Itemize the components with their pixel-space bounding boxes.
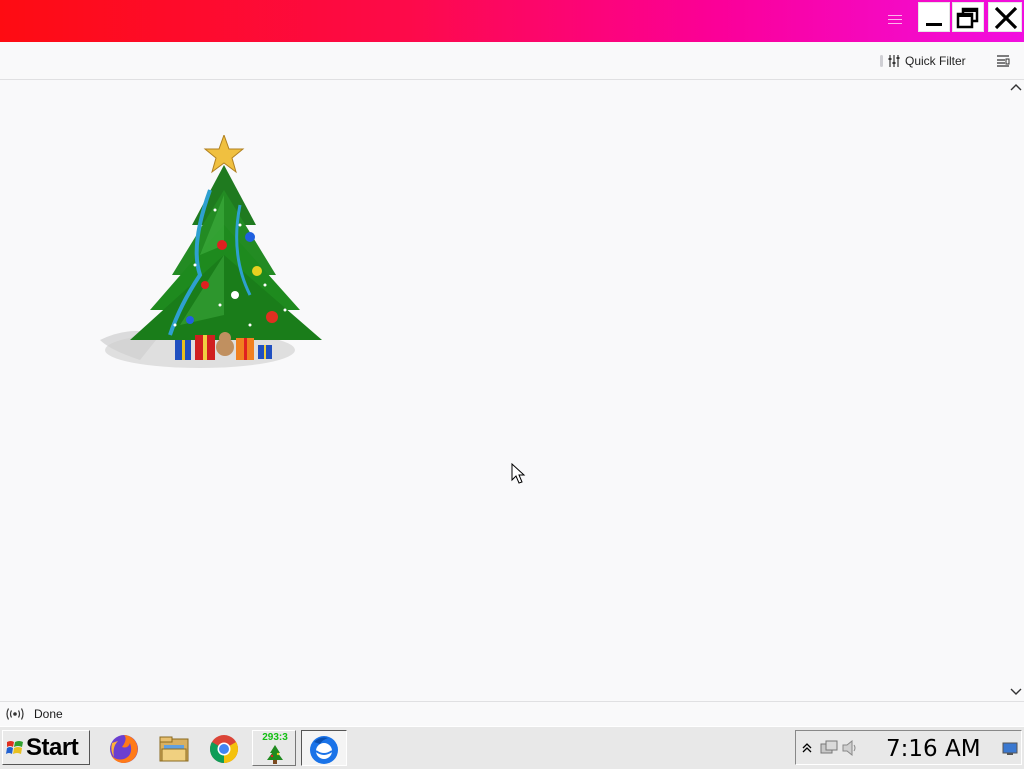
hamburger-menu-icon[interactable] bbox=[888, 12, 902, 26]
start-label: Start bbox=[26, 733, 79, 761]
thunderbird-taskbar-button[interactable] bbox=[301, 730, 347, 766]
firefox-icon bbox=[110, 735, 138, 763]
filter-sliders-icon bbox=[888, 55, 900, 67]
file-manager-icon bbox=[159, 736, 189, 762]
restore-icon bbox=[956, 7, 979, 29]
close-icon bbox=[994, 6, 1018, 30]
show-desktop-icon[interactable] bbox=[1002, 742, 1018, 756]
restore-button[interactable] bbox=[952, 2, 984, 32]
layout-options-icon[interactable] bbox=[996, 55, 1010, 67]
network-icon[interactable] bbox=[820, 740, 838, 756]
scroll-down-icon[interactable] bbox=[1009, 686, 1023, 698]
status-bar: Done bbox=[0, 701, 1024, 726]
chrome-taskbar-button[interactable] bbox=[202, 730, 246, 766]
christmas-tree-image bbox=[100, 135, 322, 368]
online-status-icon[interactable] bbox=[6, 708, 24, 720]
file-manager-taskbar-button[interactable] bbox=[152, 730, 196, 766]
chrome-icon bbox=[210, 735, 238, 763]
message-pane[interactable] bbox=[0, 80, 1008, 700]
toolbar-separator bbox=[880, 55, 883, 67]
firefox-taskbar-button[interactable] bbox=[102, 730, 146, 766]
minimize-button[interactable] bbox=[918, 2, 950, 32]
taskbar: Start 293:3 7:16 AM bbox=[0, 726, 1024, 769]
toolbar: Quick Filter bbox=[0, 42, 1024, 80]
quick-filter-label: Quick Filter bbox=[905, 54, 966, 68]
status-text: Done bbox=[34, 707, 63, 721]
close-button[interactable] bbox=[988, 2, 1022, 32]
mouse-cursor-icon bbox=[511, 463, 526, 484]
clock[interactable]: 7:16 AM bbox=[886, 736, 981, 762]
show-hidden-icons-icon[interactable] bbox=[802, 743, 812, 753]
vertical-scrollbar[interactable] bbox=[1008, 80, 1024, 700]
minimize-icon bbox=[926, 23, 942, 26]
windows-logo-icon bbox=[6, 740, 23, 754]
xmas-tree-icon bbox=[267, 745, 283, 764]
system-tray: 7:16 AM bbox=[795, 730, 1022, 765]
thunderbird-icon bbox=[310, 736, 338, 764]
volume-icon[interactable] bbox=[842, 740, 858, 756]
xmas-tree-taskbar-button[interactable]: 293:3 bbox=[252, 730, 296, 766]
quick-filter-button[interactable]: Quick Filter bbox=[888, 51, 966, 71]
scroll-up-icon[interactable] bbox=[1009, 82, 1023, 94]
start-button[interactable]: Start bbox=[2, 730, 90, 765]
window-titlebar[interactable] bbox=[0, 0, 1024, 42]
